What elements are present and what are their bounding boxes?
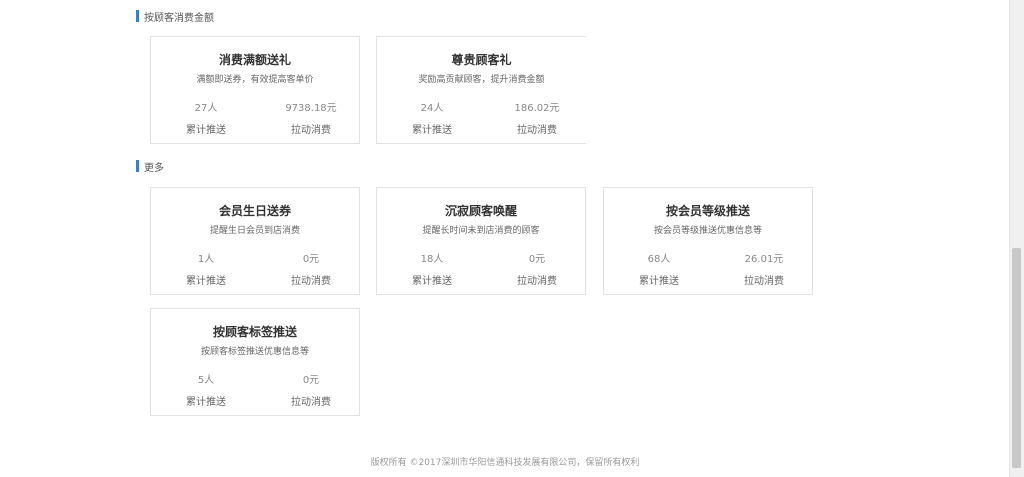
stat-value: 24人 <box>420 103 444 114</box>
card-dormant-wakeup[interactable]: 沉寂顾客唤醒 提醒长时间未到店消费的顾客 18人 累计推送 0元 拉动消费 <box>376 187 586 295</box>
scrollbar-thumb[interactable] <box>1012 248 1021 468</box>
card-vip-gift[interactable]: 尊贵顾客礼 奖励高贡献顾客，提升消费金额 24人 累计推送 186.02元 拉动… <box>376 36 586 144</box>
stat-label: 累计推送 <box>639 276 679 287</box>
card-desc: 提醒长时间未到店消费的顾客 <box>422 226 540 236</box>
section-title-more: 更多 <box>136 160 164 174</box>
card-member-level-push[interactable]: 按会员等级推送 按会员等级推送优惠信息等 68人 累计推送 26.01元 拉动消… <box>603 187 813 295</box>
section-title-consumption: 按顾客消费金额 <box>136 10 214 24</box>
stat-label: 累计推送 <box>186 397 226 408</box>
card-spend-gift[interactable]: 消费满额送礼 满额即送券，有效提高客单价 27人 累计推送 9738.18元 拉… <box>150 36 360 144</box>
stat-value: 27人 <box>194 103 218 114</box>
section-accent-bar <box>136 160 139 172</box>
stat-label: 拉动消费 <box>744 276 784 287</box>
vertical-scrollbar[interactable] <box>1009 0 1024 477</box>
section-title-text: 更多 <box>144 162 164 174</box>
stat-value: 26.01元 <box>744 254 784 265</box>
stat-label: 拉动消费 <box>291 397 331 408</box>
footer-copyright: 版权所有 ©2017深圳市华阳信通科技发展有限公司，保留所有权利 <box>370 458 640 468</box>
stat-label: 拉动消费 <box>291 276 331 287</box>
card-title: 沉寂顾客唤醒 <box>444 204 517 218</box>
stat-value: 0元 <box>528 254 546 265</box>
stat-value: 186.02元 <box>514 103 560 114</box>
card-title: 消费满额送礼 <box>218 53 291 67</box>
stat-value: 18人 <box>420 254 444 265</box>
card-title: 按会员等级推送 <box>665 204 750 218</box>
card-title: 按顾客标签推送 <box>212 325 297 339</box>
stat-label: 累计推送 <box>186 276 226 287</box>
section-accent-bar <box>136 10 139 22</box>
section-title-text: 按顾客消费金额 <box>144 12 214 24</box>
stat-value: 0元 <box>302 254 320 265</box>
card-title: 会员生日送券 <box>218 204 291 218</box>
stat-value: 9738.18元 <box>285 103 337 114</box>
stat-value: 0元 <box>302 375 320 386</box>
stat-value: 68人 <box>647 254 671 265</box>
card-desc: 按会员等级推送优惠信息等 <box>653 226 762 236</box>
stat-label: 累计推送 <box>186 125 226 136</box>
card-desc: 按顾客标签推送优惠信息等 <box>200 347 309 357</box>
stat-label: 拉动消费 <box>517 125 557 136</box>
card-desc: 提醒生日会员到店消费 <box>209 226 300 236</box>
page: 按顾客消费金额 消费满额送礼 满额即送券，有效提高客单价 27人 累计推送 97… <box>0 0 1024 477</box>
card-desc: 满额即送券，有效提高客单价 <box>196 75 314 85</box>
stat-label: 拉动消费 <box>517 276 557 287</box>
card-title: 尊贵顾客礼 <box>451 53 512 67</box>
card-birthday-coupon[interactable]: 会员生日送券 提醒生日会员到店消费 1人 累计推送 0元 拉动消费 <box>150 187 360 295</box>
stat-value: 1人 <box>197 254 215 265</box>
stat-value: 5人 <box>197 375 215 386</box>
card-desc: 奖励高贡献顾客，提升消费金额 <box>418 75 545 85</box>
stat-label: 累计推送 <box>412 276 452 287</box>
stat-label: 拉动消费 <box>291 125 331 136</box>
card-customer-tag-push[interactable]: 按顾客标签推送 按顾客标签推送优惠信息等 5人 累计推送 0元 拉动消费 <box>150 308 360 416</box>
stat-label: 累计推送 <box>412 125 452 136</box>
